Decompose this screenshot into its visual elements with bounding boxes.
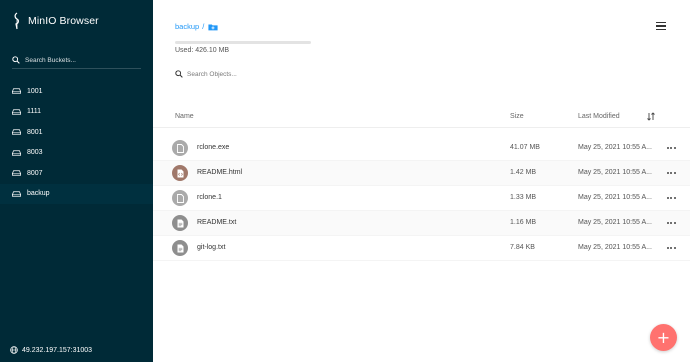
file-modified: May 25, 2021 10:55 A... <box>578 244 652 251</box>
minio-logo-icon <box>14 12 19 30</box>
bucket-item-8001[interactable]: 8001 <box>0 122 153 143</box>
file-size: 41.07 MB <box>510 144 540 151</box>
file-icon <box>172 190 188 206</box>
usage-bar <box>175 41 311 44</box>
table-row[interactable]: README.html 1.42 MB May 25, 2021 10:55 A… <box>153 161 690 186</box>
object-search[interactable] <box>175 67 690 81</box>
menu-bar <box>656 28 666 31</box>
table-header: Name Size Last Modified <box>153 106 690 128</box>
table-row[interactable]: git-log.txt 7.84 KB May 25, 2021 10:55 A… <box>153 236 690 261</box>
bucket-item-backup[interactable]: backup <box>0 183 153 204</box>
menu-bar <box>656 25 666 27</box>
breadcrumb: backup / <box>175 22 218 31</box>
search-icon <box>12 56 20 64</box>
brand[interactable]: MinIO Browser <box>12 12 99 30</box>
breadcrumb-bucket[interactable]: backup <box>175 22 199 31</box>
sort-icon[interactable] <box>647 112 655 121</box>
column-size[interactable]: Size <box>510 113 524 120</box>
column-last-modified[interactable]: Last Modified <box>578 113 620 120</box>
file-text-icon <box>172 240 188 256</box>
file-modified: May 25, 2021 10:55 A... <box>578 219 652 226</box>
file-name[interactable]: rclone.1 <box>197 194 222 201</box>
column-name[interactable]: Name <box>175 113 194 120</box>
bucket-label: 1111 <box>27 108 42 116</box>
table-row[interactable]: README.txt 1.16 MB May 25, 2021 10:55 A.… <box>153 211 690 236</box>
globe-icon <box>10 346 18 354</box>
file-text-icon <box>172 215 188 231</box>
bucket-item-1001[interactable]: 1001 <box>0 81 153 102</box>
file-size: 1.16 MB <box>510 219 537 226</box>
bucket-label: 8007 <box>27 169 43 177</box>
add-button[interactable]: + <box>650 324 677 351</box>
breadcrumb-separator: / <box>202 22 205 31</box>
menu-button[interactable] <box>656 20 668 32</box>
table-row[interactable]: rclone.1 1.33 MB May 25, 2021 10:55 A... <box>153 186 690 211</box>
file-modified: May 25, 2021 10:55 A... <box>578 194 652 201</box>
table-row[interactable]: rclone.exe 41.07 MB May 25, 2021 10:55 A… <box>153 136 690 161</box>
plus-icon: + <box>656 327 671 347</box>
more-actions-icon[interactable] <box>665 242 677 254</box>
bucket-list: 1001 1111 8001 8003 8007 backup <box>0 81 153 204</box>
bucket-label: 1001 <box>27 87 43 95</box>
hard-drive-icon <box>12 150 21 156</box>
file-icon <box>172 140 188 156</box>
add-folder-icon[interactable] <box>208 23 218 31</box>
host-address: 49.232.197.157:31003 <box>10 346 92 354</box>
app-title: MinIO Browser <box>28 15 99 27</box>
file-name[interactable]: rclone.exe <box>197 144 229 151</box>
more-actions-icon[interactable] <box>665 192 677 204</box>
file-name[interactable]: README.txt <box>197 219 236 226</box>
menu-bar <box>656 21 666 24</box>
more-actions-icon[interactable] <box>665 217 677 229</box>
hard-drive-icon <box>12 109 21 115</box>
bucket-item-8007[interactable]: 8007 <box>0 163 153 184</box>
host-text: 49.232.197.157:31003 <box>22 346 93 354</box>
file-name[interactable]: git-log.txt <box>197 244 225 251</box>
sidebar: MinIO Browser 1001 1111 8001 8003 8007 <box>0 0 153 362</box>
file-modified: May 25, 2021 10:55 A... <box>578 144 652 151</box>
file-modified: May 25, 2021 10:55 A... <box>578 169 652 176</box>
hard-drive-icon <box>12 170 21 176</box>
file-name[interactable]: README.html <box>197 169 242 176</box>
file-size: 7.84 KB <box>510 244 535 251</box>
file-size: 1.42 MB <box>510 169 537 176</box>
bucket-label: backup <box>27 190 50 198</box>
search-icon <box>175 70 183 78</box>
bucket-label: 8003 <box>27 149 43 157</box>
object-list: rclone.exe 41.07 MB May 25, 2021 10:55 A… <box>153 136 690 261</box>
hard-drive-icon <box>12 191 21 197</box>
bucket-search[interactable] <box>12 52 141 69</box>
object-search-input[interactable] <box>187 70 387 78</box>
more-actions-icon[interactable] <box>665 142 677 154</box>
bucket-item-8003[interactable]: 8003 <box>0 143 153 164</box>
hard-drive-icon <box>12 129 21 135</box>
file-size: 1.33 MB <box>510 194 537 201</box>
bucket-item-1111[interactable]: 1111 <box>0 102 153 123</box>
hard-drive-icon <box>12 88 21 94</box>
more-actions-icon[interactable] <box>665 167 677 179</box>
usage-text: Used: 426.10 MB <box>175 47 230 54</box>
file-code-icon <box>172 165 188 181</box>
bucket-search-input[interactable] <box>25 56 135 64</box>
bucket-label: 8001 <box>27 128 43 136</box>
usage-bar-fill <box>175 41 311 44</box>
